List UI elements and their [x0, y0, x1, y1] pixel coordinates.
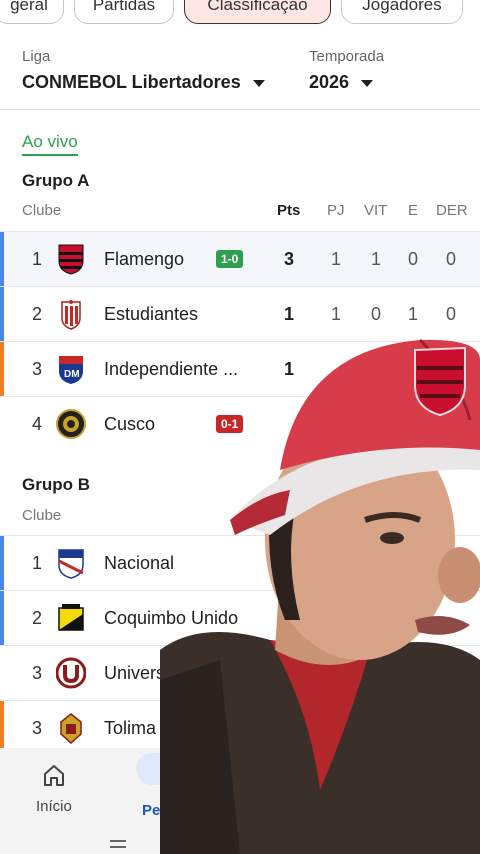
person-video-overlay: [160, 338, 480, 854]
qualification-bar: [0, 232, 4, 287]
gesture-handle: [110, 846, 126, 848]
qualification-bar: [0, 342, 4, 397]
row-position: 3: [32, 718, 43, 738]
team-name: Tolima: [104, 718, 157, 738]
tab-geral[interactable]: geral: [0, 0, 64, 24]
season-label: Temporada: [309, 48, 385, 65]
group-title: Grupo B: [22, 475, 90, 494]
row-position: 4: [32, 414, 43, 434]
qualification-bar: [0, 287, 4, 342]
nav-search[interactable]: Pe: [142, 802, 160, 819]
nacional-crest-icon: [58, 549, 84, 579]
row-position: 2: [32, 304, 43, 324]
group-title: Grupo A: [22, 171, 90, 190]
tab-jogadores[interactable]: Jogadores: [341, 0, 463, 24]
losses: 0: [446, 249, 457, 269]
home-icon: [43, 765, 64, 786]
table-header: Clube Pts PJ VIT E DER: [0, 202, 480, 232]
tab-bar: geral Partidas Classificação Jogadores: [0, 0, 480, 30]
team-name: Flamengo: [104, 249, 185, 269]
col-der: DER: [436, 202, 468, 219]
played: 1: [331, 249, 342, 269]
league-dropdown[interactable]: CONMEBOL Libertadores: [22, 72, 265, 93]
col-pts: Pts: [277, 202, 301, 219]
col-vit: VIT: [364, 202, 388, 219]
col-club: Clube: [22, 202, 62, 219]
filters-bar: Liga CONMEBOL Libertadores Temporada 202…: [0, 30, 480, 110]
universitario-crest-icon: [56, 657, 86, 689]
qualification-bar: [0, 536, 4, 591]
tolima-crest-icon: [60, 713, 82, 744]
independiente-crest-icon: DM: [59, 356, 83, 384]
row-position: 3: [32, 359, 43, 379]
row-position: 1: [32, 249, 43, 269]
col-club: Clube: [22, 507, 62, 524]
col-pj: PJ: [327, 202, 345, 219]
draws: 0: [408, 249, 419, 269]
chevron-down-icon: [252, 80, 265, 87]
season-value: 2026: [309, 72, 350, 92]
league-label: Liga: [22, 48, 51, 65]
tab-label: Classificação: [207, 0, 308, 14]
points: 3: [284, 249, 295, 269]
estudiantes-crest-icon: [61, 300, 81, 330]
tab-partidas[interactable]: Partidas: [74, 0, 174, 24]
gesture-handle: [110, 840, 126, 842]
nav-home[interactable]: Início: [36, 762, 72, 815]
tab-label: Partidas: [92, 0, 156, 14]
qualification-bar: [0, 591, 4, 646]
nav-label: Início: [36, 798, 72, 815]
flamengo-crest-icon: [58, 244, 84, 275]
wins: 1: [371, 249, 382, 269]
tab-label: Jogadores: [362, 0, 442, 14]
row-position: 2: [32, 608, 43, 628]
row-position: 1: [32, 553, 43, 573]
live-filter-link[interactable]: Ao vivo: [22, 132, 78, 156]
live-score-badge: 1-0: [216, 250, 244, 268]
svg-text:DM: DM: [64, 369, 80, 380]
coquimbo-crest-icon: [58, 604, 84, 631]
table-row[interactable]: 1 Flamengo 1-0 3 1 1 0 0: [0, 231, 480, 287]
chevron-down-icon: [361, 80, 374, 87]
row-position: 3: [32, 663, 43, 683]
nav-label: Pe: [142, 802, 161, 819]
league-value: CONMEBOL Libertadores: [22, 72, 241, 92]
season-dropdown[interactable]: 2026: [309, 72, 374, 93]
col-e: E: [408, 202, 419, 219]
tab-label: geral: [10, 0, 48, 14]
team-name: Cusco: [104, 414, 156, 434]
cusco-crest-icon: [56, 409, 86, 439]
tab-classificacao[interactable]: Classificação: [184, 0, 331, 24]
